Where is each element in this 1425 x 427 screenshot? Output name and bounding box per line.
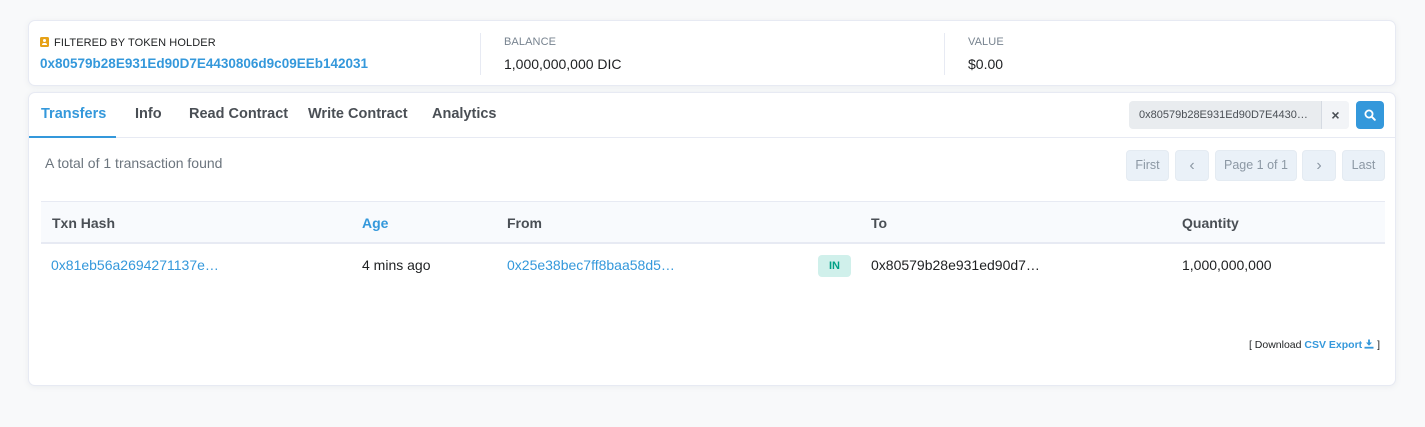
user-badge-icon (40, 37, 49, 47)
table-header: Txn Hash Age From To Quantity (41, 201, 1385, 244)
holder-address-link[interactable]: 0x80579b28E931Ed90D7E4430806d9c09EEb1420… (40, 56, 368, 71)
txn-hash-link[interactable]: 0x81eb56a2694271137e… (51, 257, 219, 273)
column-to: To (871, 215, 888, 231)
pager-last-button[interactable]: Last (1342, 150, 1385, 181)
pager-first-button[interactable]: First (1126, 150, 1169, 181)
balance-column: BALANCE 1,000,000,000 DIC (504, 21, 944, 87)
chevron-right-icon[interactable]: › (1302, 150, 1336, 181)
active-tab-indicator (29, 136, 116, 138)
tab-write-contract[interactable]: Write Contract (308, 106, 408, 122)
column-quantity: Quantity (1182, 215, 1239, 231)
tab-info[interactable]: Info (135, 106, 162, 122)
holder-label: FILTERED BY TOKEN HOLDER (54, 37, 216, 49)
summary-divider (944, 33, 945, 75)
to-address: 0x80579b28e931ed90d7… (871, 257, 1040, 273)
token-holder-summary: FILTERED BY TOKEN HOLDER 0x80579b28E931E… (28, 20, 1396, 86)
from-address-link[interactable]: 0x25e38bec7ff8baa58d5… (507, 257, 675, 273)
tab-read-contract[interactable]: Read Contract (189, 106, 288, 122)
quantity-cell: 1,000,000,000 (1182, 257, 1272, 273)
age-cell: 4 mins ago (362, 257, 431, 273)
search-icon (1364, 109, 1376, 121)
address-filter: × (1129, 101, 1349, 129)
summary-divider (480, 33, 481, 75)
close-icon[interactable]: × (1321, 101, 1349, 129)
transfers-card: Transfers Info Read Contract Write Contr… (28, 92, 1396, 386)
holder-column: FILTERED BY TOKEN HOLDER 0x80579b28E931E… (40, 21, 480, 87)
csv-download: [ Download CSV Export ] (1249, 339, 1380, 351)
csv-export-link[interactable]: CSV Export (1304, 339, 1362, 351)
holder-label-row: FILTERED BY TOKEN HOLDER (40, 36, 216, 49)
address-filter-input[interactable] (1129, 101, 1321, 129)
value-label: VALUE (968, 36, 1004, 48)
result-count: A total of 1 transaction found (45, 155, 223, 171)
download-icon[interactable] (1364, 339, 1374, 349)
column-age[interactable]: Age (362, 215, 388, 231)
search-button[interactable] (1356, 101, 1384, 129)
chevron-left-icon[interactable]: ‹ (1175, 150, 1209, 181)
download-prefix: [ Download (1248, 339, 1302, 351)
balance-value: 1,000,000,000 DIC (504, 56, 622, 72)
page-indicator: Page 1 of 1 (1215, 150, 1297, 181)
column-txn-hash: Txn Hash (52, 215, 116, 231)
value-amount: $0.00 (968, 56, 1004, 72)
balance-label: BALANCE (504, 36, 557, 48)
value-column: VALUE $0.00 (968, 21, 1388, 87)
column-from: From (507, 215, 542, 231)
download-suffix: ] (1377, 339, 1380, 351)
tab-analytics[interactable]: Analytics (432, 106, 496, 122)
tab-transfers[interactable]: Transfers (41, 106, 106, 122)
direction-badge: IN (818, 255, 851, 277)
tab-bar: Transfers Info Read Contract Write Contr… (29, 93, 1395, 138)
